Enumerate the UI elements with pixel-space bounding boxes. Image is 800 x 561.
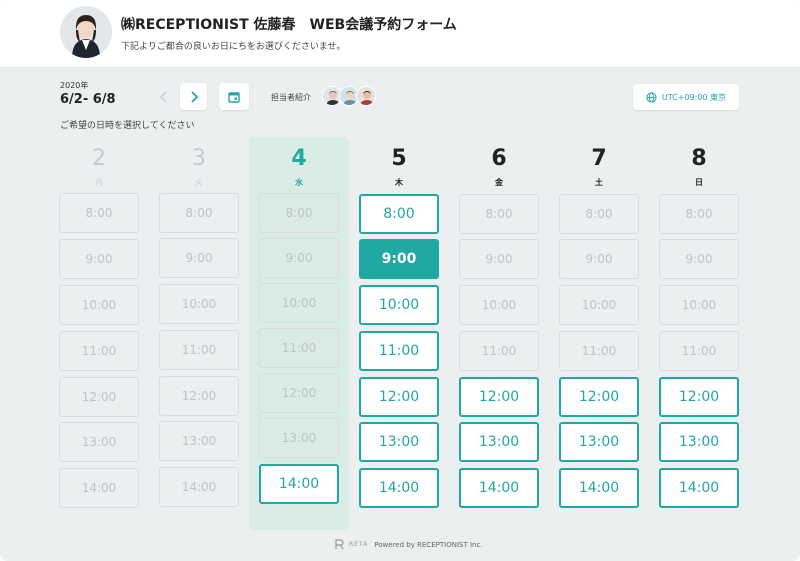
timezone-button[interactable]: UTC+09:00 東京 xyxy=(633,84,739,110)
time-slot-selected[interactable]: 9:00 xyxy=(359,239,439,279)
time-slot: 10:00 xyxy=(459,285,539,325)
form-header: ㈱RECEPTIONIST 佐藤春 WEB会議予約フォーム 下記よりご都合の良い… xyxy=(0,0,800,68)
time-slot: 11:00 xyxy=(659,331,739,371)
time-slot[interactable]: 14:00 xyxy=(459,468,539,508)
calendar-button[interactable] xyxy=(219,83,249,110)
powered-by-text: Powered by RECEPTIONIST Inc. xyxy=(374,540,483,549)
timezone-label: UTC+09:00 東京 xyxy=(661,92,727,102)
footer: RETA Powered by RECEPTIONIST Inc. xyxy=(335,539,483,550)
time-slot: 11:00 xyxy=(159,330,239,370)
footer-brand: RETA xyxy=(349,541,369,548)
reta-logo-icon xyxy=(335,539,344,550)
time-slot[interactable]: 12:00 xyxy=(359,377,439,417)
next-week-button[interactable] xyxy=(180,83,207,110)
time-slot: 11:00 xyxy=(559,331,639,371)
time-slot: 8:00 xyxy=(259,193,339,233)
time-slot[interactable]: 12:00 xyxy=(659,377,739,417)
time-slot: 13:00 xyxy=(59,422,139,462)
time-slot: 8:00 xyxy=(459,194,539,234)
day-number: 4 xyxy=(291,146,307,171)
time-slot[interactable]: 13:00 xyxy=(459,422,539,462)
time-slot: 13:00 xyxy=(159,421,239,461)
chevron-right-icon xyxy=(190,90,198,103)
time-slot[interactable]: 11:00 xyxy=(359,331,439,371)
time-slot: 11:00 xyxy=(459,331,539,371)
time-slot[interactable]: 13:00 xyxy=(659,422,739,462)
time-slot[interactable]: 10:00 xyxy=(359,285,439,325)
booking-form: ㈱RECEPTIONIST 佐藤春 WEB会議予約フォーム 下記よりご都合の良い… xyxy=(0,0,800,561)
avatar[interactable] xyxy=(356,86,376,106)
time-slot: 10:00 xyxy=(259,283,339,323)
day-weekday: 土 xyxy=(595,178,603,187)
time-slot: 9:00 xyxy=(259,238,339,278)
day-weekday: 水 xyxy=(295,178,303,187)
time-slot: 12:00 xyxy=(259,373,339,413)
page-title: ㈱RECEPTIONIST 佐藤春 WEB会議予約フォーム xyxy=(121,17,457,33)
day-weekday: 木 xyxy=(395,178,403,187)
day-number: 3 xyxy=(192,146,206,171)
day-weekday: 金 xyxy=(495,178,503,187)
staff-avatars[interactable] xyxy=(322,86,376,108)
time-slot: 8:00 xyxy=(659,194,739,234)
time-slot[interactable]: 14:00 xyxy=(559,468,639,508)
prev-week-button[interactable] xyxy=(153,85,175,109)
day-number: 6 xyxy=(491,146,507,171)
time-slot[interactable]: 13:00 xyxy=(359,422,439,462)
time-slot[interactable]: 14:00 xyxy=(359,468,439,508)
year-label: 2020年 xyxy=(60,81,89,90)
time-slot: 8:00 xyxy=(59,193,139,233)
time-slot: 14:00 xyxy=(159,467,239,507)
time-slot[interactable]: 12:00 xyxy=(459,377,539,417)
page-subtitle: 下記よりご都合の良いお日にちをお選びくださいませ。 xyxy=(121,42,346,52)
staff-label: 担当者紹介 xyxy=(271,93,311,102)
day-number: 7 xyxy=(591,146,607,171)
time-slot[interactable]: 14:00 xyxy=(259,464,339,504)
time-slot: 9:00 xyxy=(459,239,539,279)
time-slot[interactable]: 12:00 xyxy=(559,377,639,417)
time-slot: 10:00 xyxy=(59,285,139,325)
chevron-left-icon xyxy=(159,91,167,103)
time-slot[interactable]: 13:00 xyxy=(559,422,639,462)
avatar xyxy=(60,6,112,58)
time-slot: 10:00 xyxy=(659,285,739,325)
calendar-icon xyxy=(228,91,240,103)
day-weekday: 日 xyxy=(695,178,703,187)
time-slot: 8:00 xyxy=(159,193,239,233)
time-slot: 9:00 xyxy=(659,239,739,279)
time-slot: 13:00 xyxy=(259,418,339,458)
time-slot: 8:00 xyxy=(559,194,639,234)
time-slot: 9:00 xyxy=(559,239,639,279)
time-slot: 9:00 xyxy=(159,238,239,278)
globe-icon xyxy=(646,91,657,103)
time-slot: 12:00 xyxy=(59,377,139,417)
time-slot: 9:00 xyxy=(59,239,139,279)
time-slot: 10:00 xyxy=(559,285,639,325)
day-weekday: 月 xyxy=(95,178,103,187)
day-weekday: 火 xyxy=(195,178,203,187)
time-slot: 10:00 xyxy=(159,284,239,324)
time-slot[interactable]: 14:00 xyxy=(659,468,739,508)
day-number: 2 xyxy=(92,146,106,171)
day-number: 8 xyxy=(691,146,707,171)
time-slot: 12:00 xyxy=(159,376,239,416)
instruction-text: ご希望の日時を選択してください xyxy=(60,121,195,131)
date-range: 6/2- 6/8 xyxy=(60,92,116,107)
time-slot: 11:00 xyxy=(259,328,339,368)
time-slot: 14:00 xyxy=(59,468,139,508)
time-slot[interactable]: 8:00 xyxy=(359,194,439,234)
day-number: 5 xyxy=(391,146,407,171)
time-slot: 11:00 xyxy=(59,331,139,371)
